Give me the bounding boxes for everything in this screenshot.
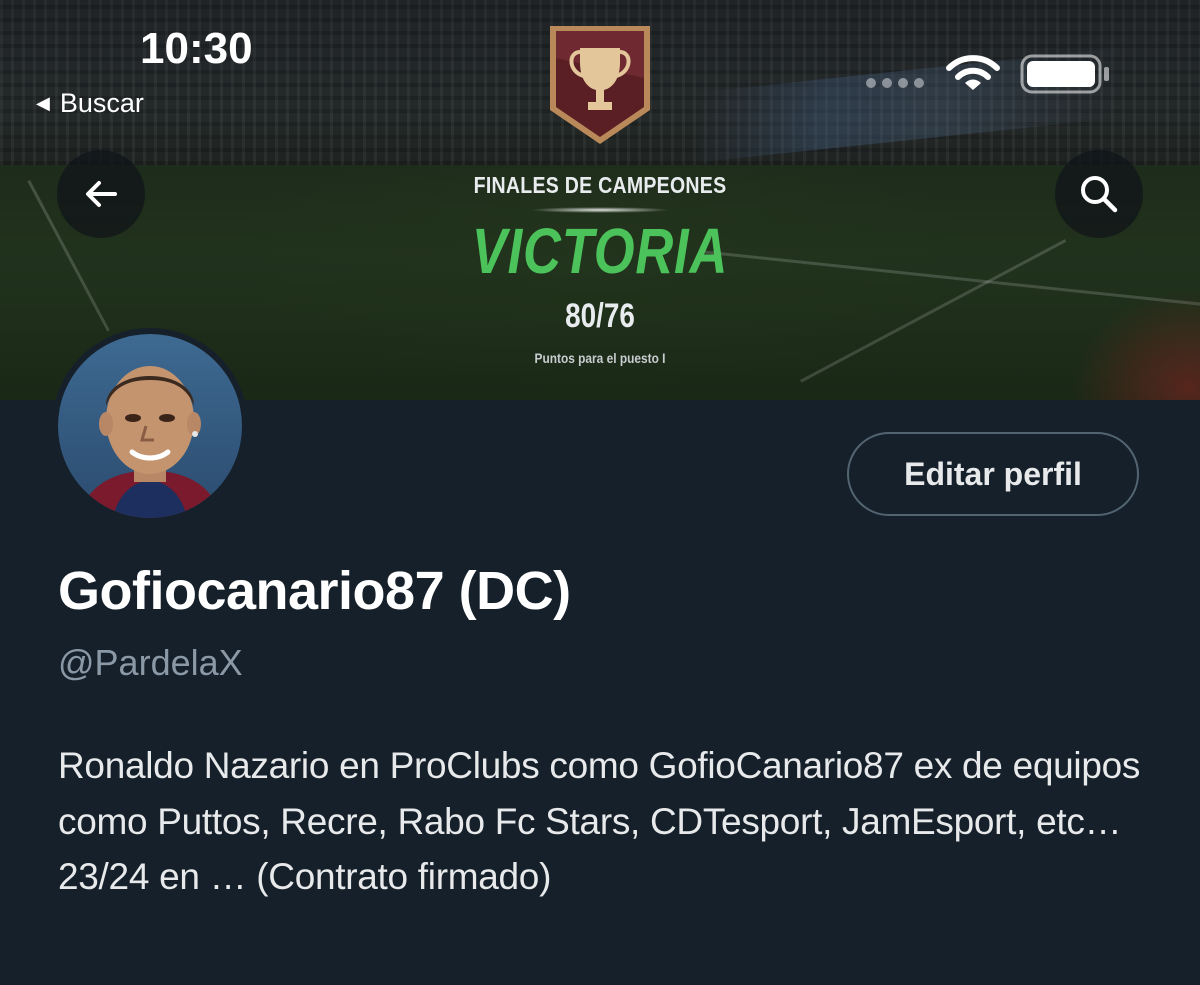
battery-icon xyxy=(1020,54,1109,94)
banner-subtitle: Puntos para el puesto I xyxy=(534,350,666,366)
banner-score: 80/76 xyxy=(565,297,635,335)
title-underline xyxy=(530,207,670,213)
profile-display-name: Gofiocanario87 (DC) xyxy=(58,561,571,621)
edit-profile-button[interactable]: Editar perfil xyxy=(847,432,1139,516)
dynamic-island-dots xyxy=(866,78,924,88)
search-button[interactable] xyxy=(1055,150,1143,238)
trophy-icon xyxy=(550,26,650,144)
profile-handle: @PardelaX xyxy=(58,642,243,683)
back-to-app-link[interactable]: ◀ Buscar xyxy=(36,88,144,119)
wifi-icon xyxy=(946,55,1000,90)
back-button[interactable] xyxy=(57,150,145,238)
status-time: 10:30 xyxy=(140,24,253,73)
search-icon xyxy=(1081,176,1118,213)
banner-title: FINALES DE CAMPEONES xyxy=(473,172,727,198)
profile-bio: Ronaldo Nazario en ProClubs como GofioCa… xyxy=(58,745,1141,897)
banner-result: VICTORIA xyxy=(471,215,729,287)
arrow-left-icon xyxy=(86,181,117,207)
back-triangle-icon: ◀ xyxy=(36,93,50,113)
avatar-photo xyxy=(58,334,242,518)
avatar[interactable] xyxy=(52,328,248,524)
back-to-app-label: Buscar xyxy=(59,88,144,118)
